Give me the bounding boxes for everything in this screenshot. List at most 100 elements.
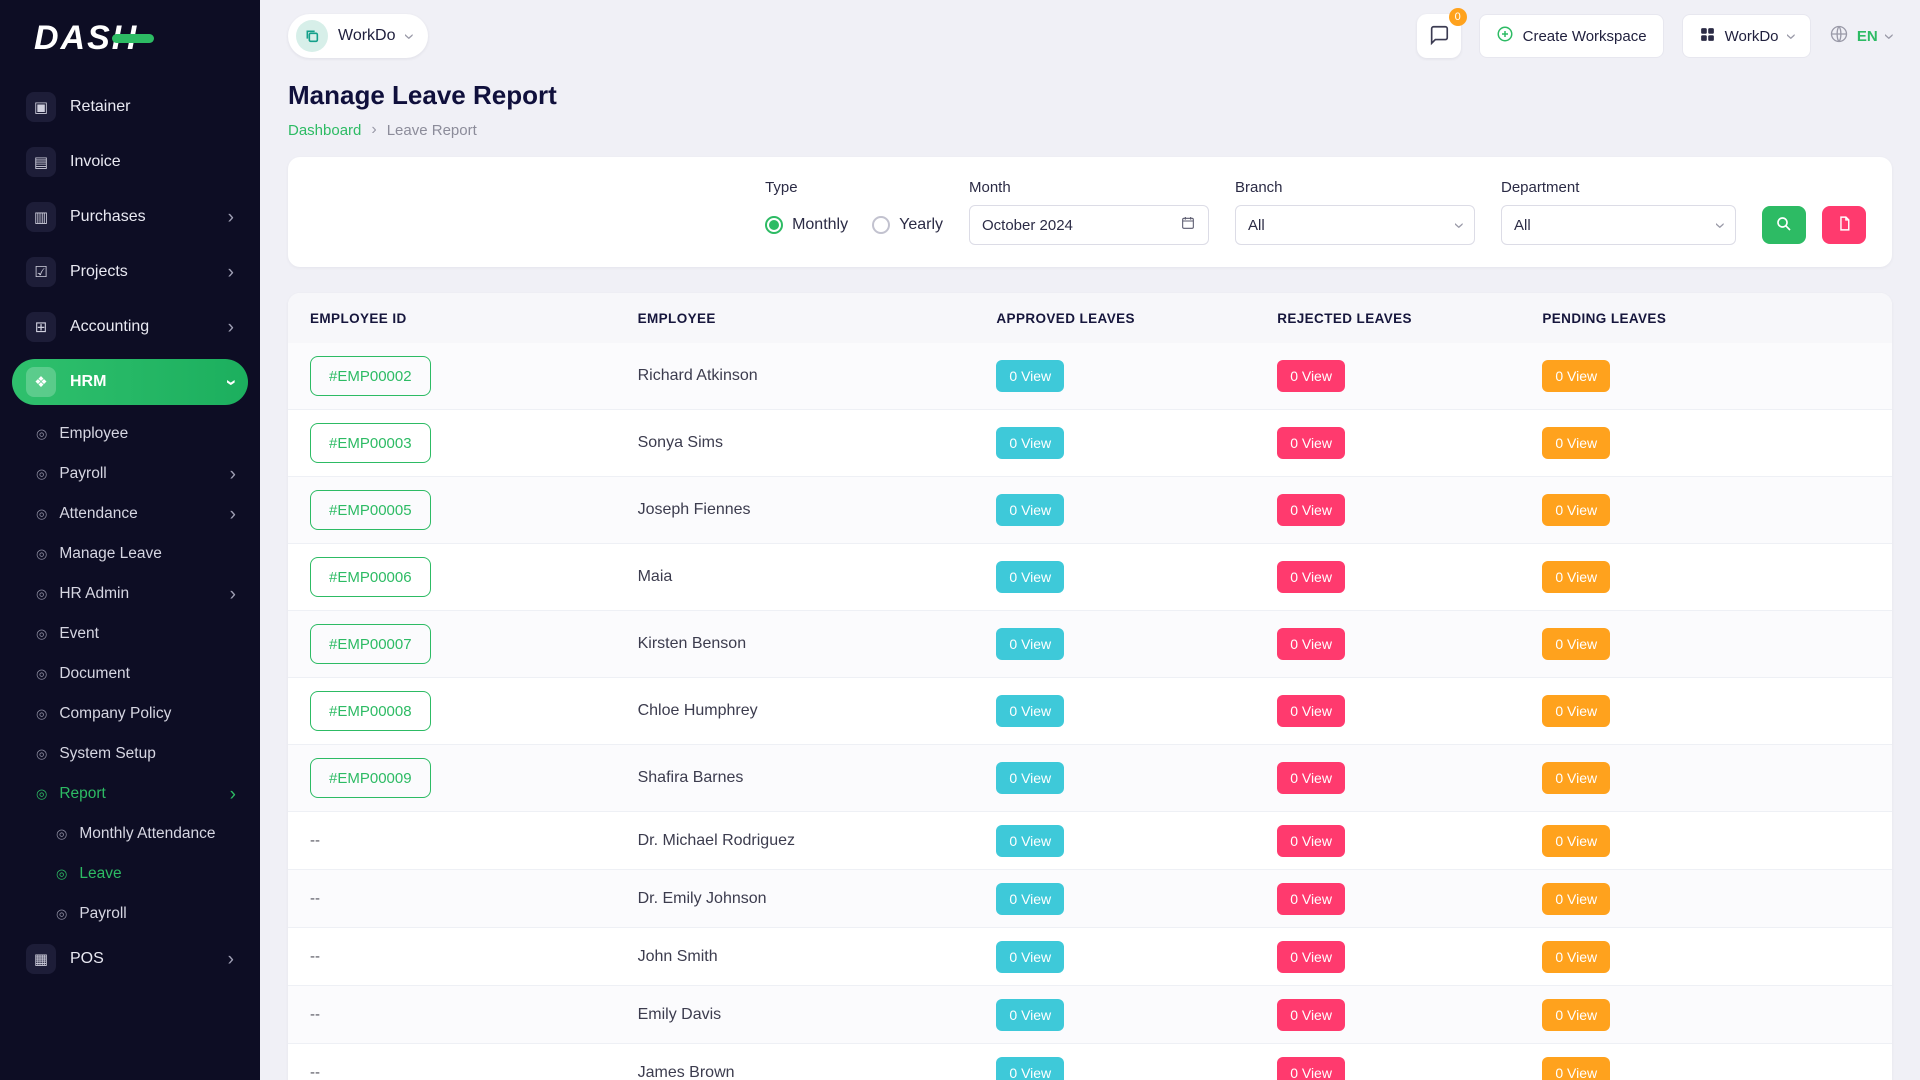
branch-label: Branch	[1235, 179, 1475, 196]
employee-name: John Smith	[638, 948, 997, 966]
employee-id-cell: #EMP00003	[310, 423, 638, 463]
pending-leaves-badge[interactable]: 0 View	[1542, 762, 1610, 794]
sidebar-item-manage-leave[interactable]: ◎Manage Leave	[12, 534, 248, 574]
sidebar-item-hrm[interactable]: ❖HRM›	[12, 359, 248, 405]
approved-leaves-badge[interactable]: 0 View	[996, 941, 1064, 973]
pending-leaves-badge[interactable]: 0 View	[1542, 494, 1610, 526]
approved-leaves-badge[interactable]: 0 View	[996, 999, 1064, 1031]
sidebar-item-document[interactable]: ◎Document	[12, 654, 248, 694]
sidebar-item-projects[interactable]: ☑Projects›	[12, 249, 248, 295]
sidebar-item-attendance[interactable]: ◎Attendance›	[12, 494, 248, 534]
sidebar-item-report[interactable]: ◎Report›	[12, 774, 248, 814]
sidebar-item-accounting[interactable]: ⊞Accounting›	[12, 304, 248, 350]
rejected-leaves-badge[interactable]: 0 View	[1277, 494, 1345, 526]
rejected-leaves-badge-cell: 0 View	[1277, 1057, 1542, 1080]
pending-leaves-badge[interactable]: 0 View	[1542, 561, 1610, 593]
create-workspace-button[interactable]: Create Workspace	[1479, 14, 1664, 58]
sidebar-item-payroll[interactable]: ◎Payroll›	[12, 454, 248, 494]
rejected-leaves-badge[interactable]: 0 View	[1277, 941, 1345, 973]
radio-yearly[interactable]: Yearly	[872, 216, 943, 234]
sidebar-item-payroll[interactable]: ◎Payroll	[12, 894, 248, 934]
rejected-leaves-badge[interactable]: 0 View	[1277, 883, 1345, 915]
pending-leaves-badge[interactable]: 0 View	[1542, 628, 1610, 660]
radio-monthly[interactable]: Monthly	[765, 216, 848, 234]
pending-leaves-badge[interactable]: 0 View	[1542, 883, 1610, 915]
breadcrumb-separator: ›	[371, 121, 376, 139]
rejected-leaves-badge[interactable]: 0 View	[1277, 762, 1345, 794]
search-button[interactable]	[1762, 206, 1806, 244]
employee-id-button[interactable]: #EMP00005	[310, 490, 431, 530]
page-title: Manage Leave Report	[288, 80, 1892, 111]
rejected-leaves-badge[interactable]: 0 View	[1277, 427, 1345, 459]
pending-leaves-badge[interactable]: 0 View	[1542, 427, 1610, 459]
sidebar-item-hr-admin[interactable]: ◎HR Admin›	[12, 574, 248, 614]
approved-leaves-badge-cell: 0 View	[996, 695, 1277, 727]
approved-leaves-badge[interactable]: 0 View	[996, 825, 1064, 857]
pending-leaves-badge-cell: 0 View	[1542, 427, 1870, 459]
sidebar-item-label: Event	[59, 625, 236, 643]
approved-leaves-badge[interactable]: 0 View	[996, 1057, 1064, 1080]
pending-leaves-badge[interactable]: 0 View	[1542, 999, 1610, 1031]
employee-id-button[interactable]: #EMP00009	[310, 758, 431, 798]
employee-id-button[interactable]: #EMP00006	[310, 557, 431, 597]
sidebar-item-company-policy[interactable]: ◎Company Policy	[12, 694, 248, 734]
rejected-leaves-badge[interactable]: 0 View	[1277, 561, 1345, 593]
radio-yearly-label: Yearly	[899, 216, 943, 234]
radio-monthly-label: Monthly	[792, 216, 848, 234]
pending-leaves-badge[interactable]: 0 View	[1542, 360, 1610, 392]
messages-button[interactable]: 0	[1417, 14, 1461, 58]
sidebar-item-leave[interactable]: ◎Leave	[12, 854, 248, 894]
branch-select[interactable]: All ›	[1235, 205, 1475, 245]
column-header-employee: EMPLOYEE	[638, 311, 997, 326]
workspace-selector[interactable]: WorkDo ›	[288, 14, 428, 58]
approved-leaves-badge-cell: 0 View	[996, 999, 1277, 1031]
sidebar-item-label: Payroll	[59, 465, 217, 483]
rejected-leaves-badge[interactable]: 0 View	[1277, 695, 1345, 727]
table-row: --Dr. Emily Johnson0 View0 View0 View	[288, 870, 1892, 928]
approved-leaves-badge[interactable]: 0 View	[996, 561, 1064, 593]
breadcrumb-dashboard-link[interactable]: Dashboard	[288, 122, 361, 139]
employee-id-button[interactable]: #EMP00003	[310, 423, 431, 463]
sidebar-item-purchases[interactable]: ▥Purchases›	[12, 194, 248, 240]
table-row: #EMP00009Shafira Barnes0 View0 View0 Vie…	[288, 745, 1892, 812]
month-input[interactable]: October 2024	[969, 205, 1209, 245]
pending-leaves-badge[interactable]: 0 View	[1542, 1057, 1610, 1080]
dash-logo[interactable]: DASH	[0, 0, 260, 76]
sidebar-item-invoice[interactable]: ▤Invoice	[12, 139, 248, 185]
employee-name: Maia	[638, 568, 997, 586]
approved-leaves-badge[interactable]: 0 View	[996, 628, 1064, 660]
rejected-leaves-badge[interactable]: 0 View	[1277, 1057, 1345, 1080]
pending-leaves-badge[interactable]: 0 View	[1542, 695, 1610, 727]
rejected-leaves-badge[interactable]: 0 View	[1277, 999, 1345, 1031]
rejected-leaves-badge[interactable]: 0 View	[1277, 825, 1345, 857]
approved-leaves-badge[interactable]: 0 View	[996, 695, 1064, 727]
approved-leaves-badge[interactable]: 0 View	[996, 883, 1064, 915]
rejected-leaves-badge[interactable]: 0 View	[1277, 628, 1345, 660]
create-workspace-label: Create Workspace	[1523, 28, 1647, 45]
approved-leaves-badge[interactable]: 0 View	[996, 494, 1064, 526]
pending-leaves-badge[interactable]: 0 View	[1542, 941, 1610, 973]
language-selector[interactable]: EN ›	[1829, 24, 1892, 48]
rejected-leaves-badge[interactable]: 0 View	[1277, 360, 1345, 392]
sidebar-item-system-setup[interactable]: ◎System Setup	[12, 734, 248, 774]
approved-leaves-badge[interactable]: 0 View	[996, 360, 1064, 392]
sidebar-item-retainer[interactable]: ▣Retainer	[12, 84, 248, 130]
employee-id-button[interactable]: #EMP00002	[310, 356, 431, 396]
workspace-dropdown[interactable]: WorkDo ›	[1682, 14, 1811, 58]
dot-icon: ◎	[36, 506, 47, 522]
sidebar-item-event[interactable]: ◎Event	[12, 614, 248, 654]
sidebar-item-pos[interactable]: ▦POS›	[12, 936, 248, 982]
reset-button[interactable]	[1822, 206, 1866, 244]
employee-id-button[interactable]: #EMP00007	[310, 624, 431, 664]
approved-leaves-badge[interactable]: 0 View	[996, 762, 1064, 794]
sidebar-item-monthly-attendance[interactable]: ◎Monthly Attendance	[12, 814, 248, 854]
type-filter-group: Type Monthly Yearly	[765, 179, 943, 245]
department-select[interactable]: All ›	[1501, 205, 1736, 245]
pending-leaves-badge[interactable]: 0 View	[1542, 825, 1610, 857]
projects-icon: ☑	[26, 257, 56, 287]
approved-leaves-badge[interactable]: 0 View	[996, 427, 1064, 459]
main-area: WorkDo › 0	[260, 0, 1920, 1080]
sidebar-item-employee[interactable]: ◎Employee	[12, 414, 248, 454]
pending-leaves-badge-cell: 0 View	[1542, 883, 1870, 915]
employee-id-button[interactable]: #EMP00008	[310, 691, 431, 731]
